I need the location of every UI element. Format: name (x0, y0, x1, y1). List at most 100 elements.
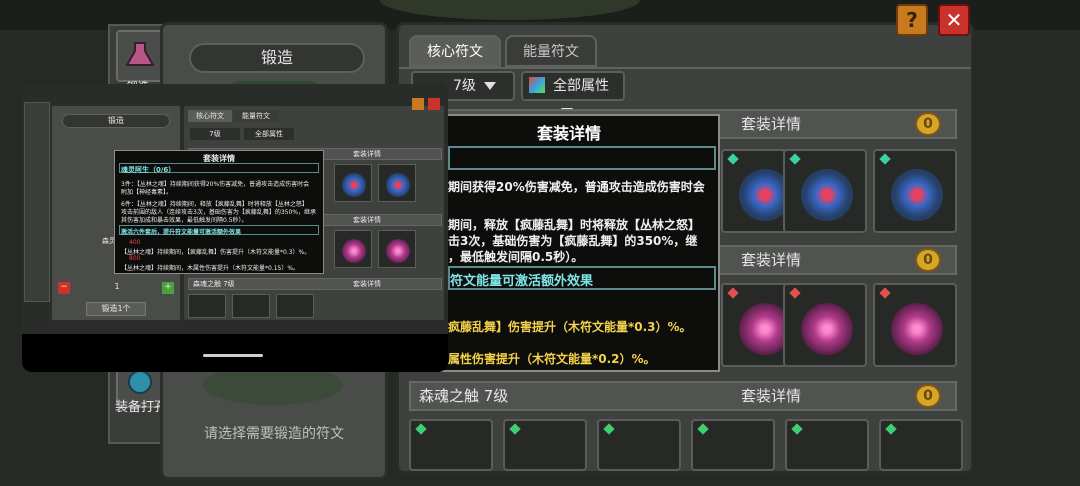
forge-title: 锻造 (189, 43, 365, 73)
rune-slot[interactable] (879, 419, 963, 471)
mini-forge-title: 锻造 (62, 114, 170, 128)
mini-set-header: 魂灵阿生（0/6） (121, 166, 176, 174)
eye-rune-icon (342, 173, 366, 197)
mini-detail-link[interactable]: 套装详情 (353, 279, 381, 289)
rune-slot[interactable] (873, 149, 957, 233)
mini-popup-line: 附加【神经毒素】。 (121, 189, 173, 196)
level-select-value: 7级 (453, 78, 476, 94)
mini-rune-slot[interactable] (334, 164, 372, 202)
gem-icon (509, 423, 521, 435)
gem-icon (697, 423, 709, 435)
vortex-rune-icon (386, 239, 410, 263)
mini-rune-slot[interactable] (334, 230, 372, 268)
mini-rune-slot[interactable] (276, 294, 314, 318)
rune-slot[interactable] (873, 283, 957, 367)
mini-help-button[interactable] (412, 98, 424, 110)
rune-slot[interactable] (503, 419, 587, 471)
mini-rune-slot[interactable] (378, 230, 416, 268)
mini-energy-value: 800 (129, 255, 141, 262)
gem-icon (789, 287, 801, 299)
rune-slot[interactable] (597, 419, 681, 471)
chevron-down-icon (483, 82, 496, 90)
set-detail-link[interactable]: 套装详情 (741, 247, 801, 273)
potion-icon (125, 42, 155, 66)
set-title: 森魂之触 7级 (419, 387, 509, 405)
mini-rune-slot[interactable] (232, 294, 270, 318)
popup-title: 套装详情 (536, 124, 601, 143)
mini-detail-link[interactable]: 套装详情 (353, 215, 381, 225)
plus-button[interactable]: + (162, 282, 174, 294)
coin-icon[interactable]: 0 (915, 112, 941, 136)
mini-tab-core[interactable]: 核心符文 (188, 110, 232, 122)
mini-attr-select[interactable]: 全部属性 (244, 128, 294, 140)
vortex-rune-icon (891, 303, 943, 355)
screenshot-overlay: 锻造 森灵阿生 − 1 + 锻造1个 核心符文 能量符文 7级 全部属性 套装详… (22, 84, 448, 372)
mini-detail-link[interactable]: 套装详情 (353, 149, 381, 159)
forge-hint: 请选择需要锻造的符文 (204, 426, 344, 442)
coin-icon[interactable]: 0 (915, 384, 941, 408)
quantity-value: 1 (114, 282, 120, 291)
effect-line: 属性伤害提升（木符文能量*0.2）%。 (448, 352, 656, 366)
gem-icon (603, 423, 615, 435)
mini-effect-line: 【丛林之魂】持续期间，【疯藤乱舞】伤害提升（木符文能量*0.3）%。 (121, 249, 311, 256)
mini-screen: 锻造 森灵阿生 − 1 + 锻造1个 核心符文 能量符文 7级 全部属性 套装详… (22, 84, 448, 334)
popup-box (448, 146, 716, 170)
activation-text: 符文能量可激活额外效果 (450, 274, 594, 289)
forge-one-button[interactable]: 锻造1个 (86, 302, 146, 316)
coin-icon[interactable]: 0 (915, 248, 941, 272)
popup-line: 期间获得20%伤害减免，普通攻击造成伤害时会 (448, 180, 705, 194)
gem-icon (791, 423, 803, 435)
set-detail-popup: 套装详情 期间获得20%伤害减免，普通攻击造成伤害时会 期间，释放【疯藤乱舞】时… (418, 114, 720, 372)
mini-sidebar (24, 102, 50, 302)
vortex-rune-icon (342, 239, 366, 263)
popup-line: 击3次，基础伤害为【疯藤乱舞】的350%，继 (448, 234, 698, 248)
rune-slot[interactable] (785, 419, 869, 471)
set-detail-link[interactable]: 套装详情 (741, 111, 801, 137)
attribute-select-value: 全部属性 (553, 78, 609, 94)
rune-slot[interactable] (691, 419, 775, 471)
tab-core-rune[interactable]: 核心符文 (409, 35, 501, 67)
attribute-icon (529, 77, 545, 93)
mini-effect-line: 【丛林之魂】持续期间，木属性伤害提升（木符文能量*0.15）%。 (121, 265, 300, 272)
popup-line: 期间，释放【疯藤乱舞】时将释放【丛林之怒】 (448, 218, 701, 232)
popup-line: ，最低触发间隔0.5秒）。 (448, 250, 584, 264)
mini-rune-slot[interactable] (188, 294, 226, 318)
sidebar-item-forge[interactable] (116, 30, 164, 82)
eye-rune-icon (801, 169, 853, 221)
mini-close-button[interactable] (428, 98, 440, 110)
rune-slot[interactable] (783, 149, 867, 233)
gem-icon (879, 287, 891, 299)
help-button[interactable]: ? (896, 4, 928, 36)
tab-energy-rune[interactable]: 能量符文 (505, 35, 597, 67)
mini-set-title: 森魂之触 7级 (193, 280, 235, 288)
mini-energy-value: 400 (129, 239, 141, 246)
popup-activation-box: 符文能量可激活额外效果 (448, 266, 716, 290)
eye-rune-icon (386, 173, 410, 197)
gem-icon (727, 153, 739, 165)
gem-icon (727, 287, 739, 299)
mini-section-header: 森魂之触 7级 套装详情 (188, 278, 442, 290)
rune-slot[interactable] (783, 283, 867, 367)
mini-activation-text: 激活六件套后，提升符文能量可激活额外效果 (121, 229, 242, 236)
close-button[interactable]: ✕ (938, 4, 970, 36)
attribute-select[interactable]: 全部属性 (521, 71, 625, 116)
mini-tab-energy[interactable]: 能量符文 (234, 110, 278, 122)
mini-set-popup: 套装详情 魂灵阿生（0/6） 3件：【丛林之魂】持续期间获得20%伤害减免，普通… (114, 150, 324, 274)
gem-icon (415, 423, 427, 435)
set-detail-link[interactable]: 套装详情 (741, 383, 801, 409)
mini-rune-slot[interactable] (378, 164, 416, 202)
tab-divider (399, 67, 971, 69)
gem-icon (885, 423, 897, 435)
gem-icon (789, 153, 801, 165)
set-section-header: 森魂之触 7级 套装详情 0 (409, 381, 957, 411)
vortex-rune-icon (801, 303, 853, 355)
home-indicator (203, 354, 263, 357)
rune-slot[interactable] (409, 419, 493, 471)
game-screen: 锻造 装备打孔 锻造 请选择需要锻造的符文 核心符文 能量符文 7级 全部属性 … (0, 0, 1080, 486)
mini-popup-line: 其伤害加成和暴击效果，最低触发间隔0.5秒）。 (121, 217, 248, 224)
mini-level-select[interactable]: 7级 (190, 128, 240, 140)
effect-line: 疯藤乱舞】伤害提升（木符文能量*0.3）%。 (448, 320, 692, 334)
minus-button[interactable]: − (58, 282, 70, 294)
eye-rune-icon (891, 169, 943, 221)
gem-icon (879, 153, 891, 165)
